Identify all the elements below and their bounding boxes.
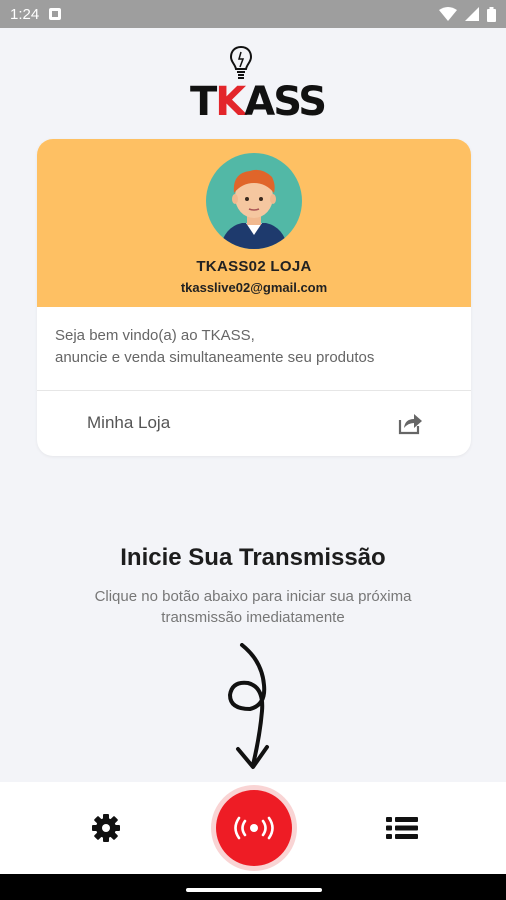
gear-icon [92, 814, 120, 842]
store-name: TKASS02 LOJA [196, 258, 312, 275]
start-live-button[interactable] [211, 785, 297, 871]
share-icon[interactable] [397, 411, 423, 435]
status-bar: 1:24 [0, 0, 506, 28]
profile-card: TKASS02 LOJA tkasslive02@gmail.com Seja … [37, 139, 471, 456]
notification-icon [49, 8, 62, 20]
hand-drawn-arrow-icon [227, 643, 269, 769]
settings-button[interactable] [90, 812, 122, 844]
broadcast-title: Inicie Sua Transmissão [120, 544, 386, 571]
my-shop-row[interactable]: Minha Loja [37, 391, 471, 455]
status-time: 1:24 [10, 5, 40, 23]
welcome-line-1: Seja bem vindo(a) ao TKASS, [55, 327, 255, 344]
lightbulb-icon [229, 45, 253, 79]
bottom-navigation [0, 782, 506, 874]
broadcast-subtitle: Clique no botão abaixo para iniciar sua … [50, 586, 456, 628]
profile-card-header: TKASS02 LOJA tkasslive02@gmail.com [37, 139, 471, 307]
my-shop-label: Minha Loja [87, 413, 171, 432]
tkass-logo: TKASS [190, 44, 327, 124]
welcome-message: Seja bem vindo(a) ao TKASS, anuncie e ve… [37, 307, 471, 391]
list-button[interactable] [386, 812, 418, 844]
broadcast-subtitle-line-2: transmissão imediatamente [161, 609, 345, 626]
list-icon [386, 817, 418, 839]
store-email: tkasslive02@gmail.com [180, 280, 328, 295]
battery-icon [487, 6, 496, 22]
system-navigation-bar [0, 874, 506, 900]
logo-wordmark: TKASS [190, 79, 327, 125]
signal-icon [465, 7, 479, 21]
avatar [206, 153, 302, 249]
welcome-line-2: anuncie e venda simultaneamente seu prod… [55, 349, 375, 366]
wifi-icon [439, 7, 457, 21]
live-broadcast-icon [234, 816, 274, 840]
start-live-button-inner [216, 790, 292, 866]
broadcast-subtitle-line-1: Clique no botão abaixo para iniciar sua … [94, 588, 412, 605]
home-gesture-handle[interactable] [186, 888, 322, 892]
logo-letter-t: T [190, 79, 217, 125]
logo-letters-ass: ASS [244, 79, 327, 125]
logo-letter-k: K [215, 79, 246, 125]
